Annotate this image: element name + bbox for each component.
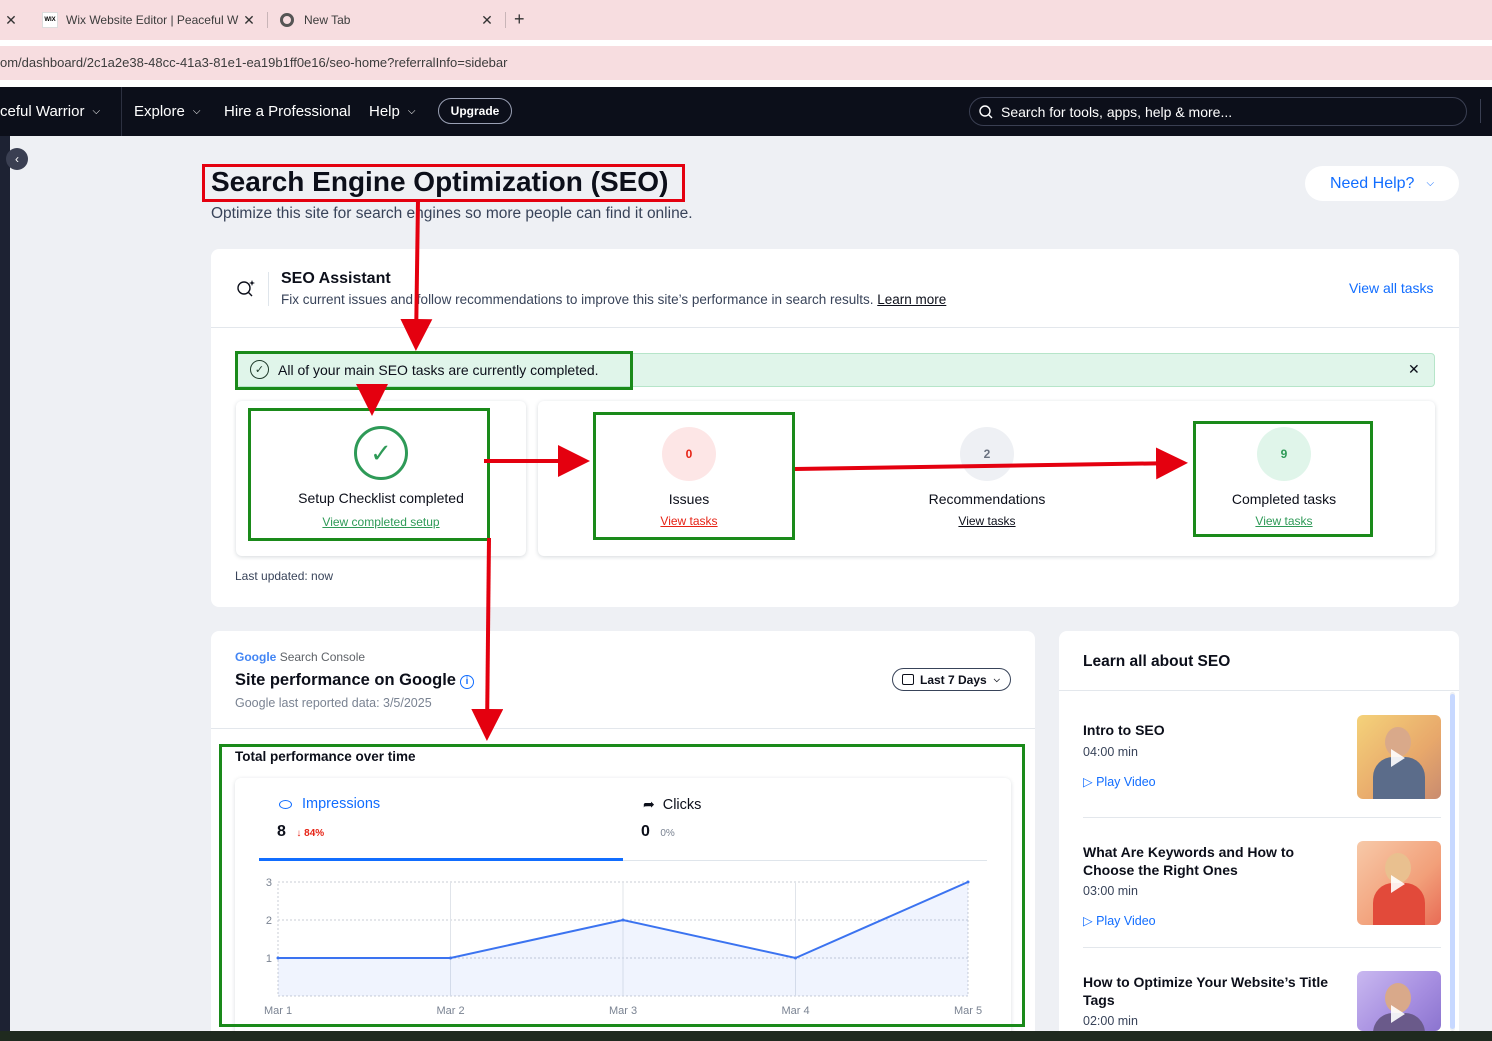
url-field[interactable]: om/dashboard/2c1a2e38-48cc-41a3-81e1-ea1…: [0, 46, 1492, 80]
tab-title: Wix Website Editor | Peaceful W: [66, 13, 239, 27]
assistant-divider: [211, 327, 1459, 328]
browser-tab-wix-editor[interactable]: WIX Wix Website Editor | Peaceful W: [42, 0, 238, 40]
left-sidebar-rail: [0, 136, 10, 1031]
annotation-green-box-banner: [235, 351, 633, 390]
nav-hire-professional[interactable]: Hire a Professional: [224, 87, 351, 136]
date-range-label: Last 7 Days: [920, 672, 987, 687]
need-help-button[interactable]: Need Help? ⌵: [1305, 166, 1459, 201]
video-thumbnail[interactable]: [1357, 841, 1441, 925]
os-taskbar: [0, 1031, 1492, 1041]
last-updated-text: Last updated: now: [235, 569, 334, 583]
performance-divider: [211, 728, 1035, 729]
search-icon: [979, 104, 993, 118]
play-video-link[interactable]: ▷ Play Video: [1083, 774, 1156, 789]
nav-hire-label: Hire a Professional: [224, 103, 351, 120]
need-help-label: Need Help?: [1329, 174, 1415, 192]
last-reported-text: Google last reported data: 3/5/2025: [235, 696, 432, 710]
collapse-sidebar-chevron-left-icon[interactable]: ‹: [6, 148, 28, 170]
nav-divider: [1480, 99, 1481, 123]
tab-separator: [267, 12, 268, 28]
date-range-dropdown[interactable]: Last 7 Days ⌵: [892, 668, 1011, 691]
recommendations-view-tasks-link[interactable]: View tasks: [887, 514, 1087, 528]
annotation-green-box-checklist: [248, 408, 490, 541]
recommendations-count-badge: 2: [960, 427, 1014, 481]
play-icon: [1391, 749, 1405, 767]
assistant-description-text: Fix current issues and follow recommenda…: [281, 292, 874, 307]
video-title[interactable]: What Are Keywords and How to Choose the …: [1083, 843, 1333, 879]
nav-explore[interactable]: Explore ⌵: [134, 87, 200, 136]
seo-assistant-title: SEO Assistant: [281, 270, 391, 287]
learn-seo-title: Learn all about SEO: [1083, 653, 1231, 670]
tab-title: New Tab: [304, 13, 351, 27]
play-icon: [1391, 875, 1405, 893]
scrollbar-thumb[interactable]: [1450, 694, 1455, 1029]
recommendations-label: Recommendations: [928, 491, 1046, 507]
browser-tab-new-tab[interactable]: New Tab: [280, 0, 350, 40]
tab-separator: [505, 12, 506, 28]
video-thumbnail[interactable]: [1357, 971, 1441, 1031]
wix-top-nav: ceful Warrior ⌵ Explore ⌵ Hire a Profess…: [0, 87, 1492, 136]
learn-more-link[interactable]: Learn more: [877, 292, 946, 307]
google-search-console-logo: Google Search Console: [235, 650, 365, 664]
info-icon[interactable]: i: [459, 674, 474, 689]
search-placeholder: Search for tools, apps, help & more...: [1001, 103, 1233, 120]
seo-assistant-description: Fix current issues and follow recommenda…: [281, 292, 946, 307]
chevron-down-icon: ⌵: [92, 106, 101, 117]
google-wordmark: Google: [235, 650, 276, 664]
chrome-favicon-icon: [280, 13, 294, 27]
calendar-icon: [902, 674, 914, 685]
new-tab-plus-icon[interactable]: +: [514, 9, 525, 30]
google-logo-letter: Google: [235, 650, 277, 664]
nav-explore-label: Explore: [134, 103, 185, 120]
learn-divider: [1059, 690, 1459, 691]
annotation-green-box-completed: [1193, 421, 1373, 537]
browser-tab-strip: ✕ WIX Wix Website Editor | Peaceful W ✕ …: [0, 0, 1492, 40]
video-thumbnail[interactable]: [1357, 715, 1441, 799]
video-duration: 03:00 min: [1083, 884, 1138, 898]
address-bar: om/dashboard/2c1a2e38-48cc-41a3-81e1-ea1…: [0, 40, 1492, 80]
chevron-down-icon: ⌵: [192, 106, 201, 117]
tools-search-input[interactable]: Search for tools, apps, help & more...: [969, 97, 1467, 126]
play-video-link[interactable]: ▷ Play Video: [1083, 913, 1156, 928]
performance-title: Site performance on Google i: [235, 671, 474, 690]
close-tab-icon[interactable]: ✕: [240, 11, 258, 29]
chevron-down-icon: ⌵: [1426, 178, 1435, 189]
video-divider: [1083, 947, 1441, 948]
site-switcher[interactable]: ceful Warrior ⌵: [0, 87, 100, 136]
chevron-down-icon: ⌵: [993, 674, 1000, 684]
annotation-green-box-chart: [219, 744, 1025, 1027]
close-tab-icon[interactable]: ✕: [478, 11, 496, 29]
annotation-red-box-title: [202, 164, 685, 202]
magnifier-sparkle-icon: [237, 280, 255, 297]
close-tab-icon[interactable]: ✕: [2, 11, 20, 29]
video-title[interactable]: Intro to SEO: [1083, 721, 1333, 739]
play-video-label: Play Video: [1096, 775, 1156, 789]
search-console-wordmark: Search Console: [279, 650, 366, 664]
toolbar-gap: [0, 80, 1492, 87]
wix-favicon-icon: WIX: [42, 12, 58, 28]
nav-help[interactable]: Help ⌵: [369, 87, 415, 136]
play-video-label: Play Video: [1096, 914, 1156, 928]
assistant-divider: [268, 272, 269, 306]
site-name: ceful Warrior: [0, 103, 85, 120]
annotation-green-box-issues: [593, 412, 795, 540]
video-duration: 04:00 min: [1083, 745, 1138, 759]
video-duration: 02:00 min: [1083, 1014, 1138, 1028]
nav-divider: [121, 87, 122, 136]
play-icon: [1391, 1005, 1405, 1023]
nav-help-label: Help: [369, 103, 400, 120]
view-all-tasks-link[interactable]: View all tasks: [1349, 280, 1434, 296]
video-divider: [1083, 817, 1441, 818]
video-title[interactable]: How to Optimize Your Website’s Title Tag…: [1083, 973, 1333, 1009]
close-icon[interactable]: ✕: [1408, 361, 1420, 378]
chevron-down-icon: ⌵: [407, 106, 416, 117]
page-subtitle: Optimize this site for search engines so…: [211, 205, 693, 222]
performance-title-text: Site performance on Google: [235, 671, 456, 689]
upgrade-button[interactable]: Upgrade: [438, 98, 512, 124]
